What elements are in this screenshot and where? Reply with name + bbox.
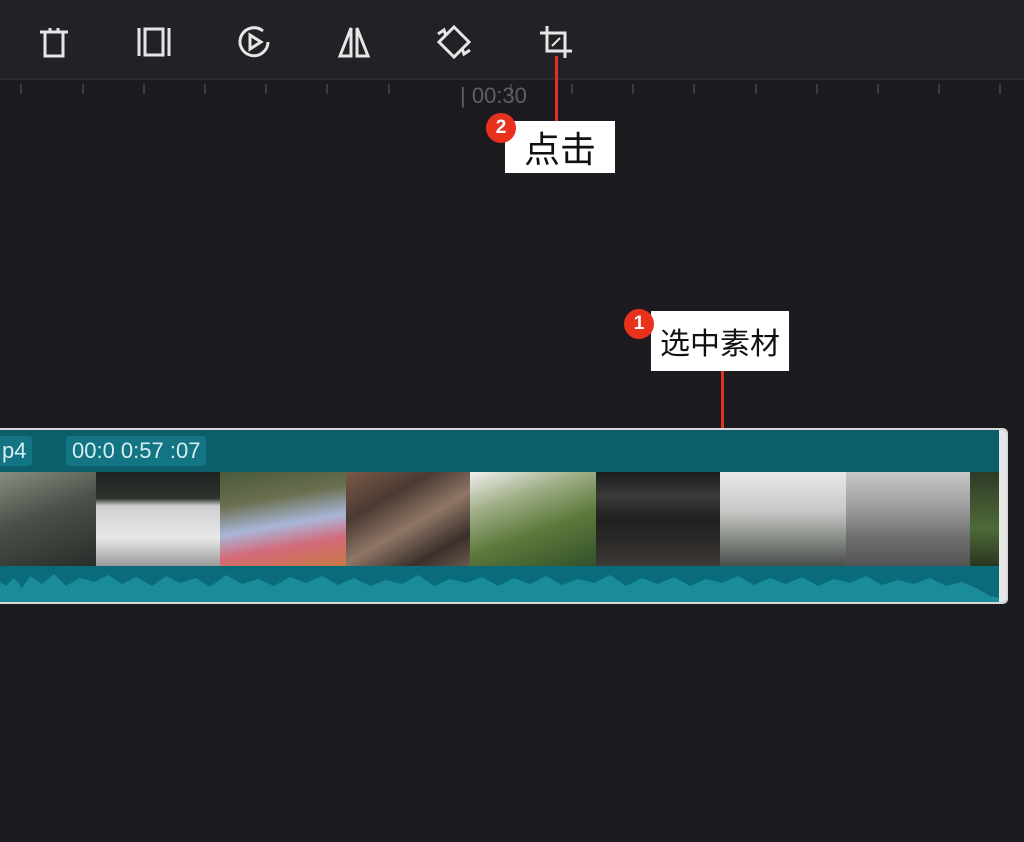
ruler-tick: [388, 84, 390, 94]
ruler-time-label: | 00:30: [460, 83, 527, 108]
ruler-tick: [326, 84, 328, 94]
delete-button[interactable]: [34, 22, 74, 62]
mirror-button[interactable]: [334, 22, 374, 62]
ruler-tick: [816, 84, 818, 94]
step-2-badge: 2: [486, 113, 516, 143]
speed-button[interactable]: [234, 22, 274, 62]
clip-trim-handle[interactable]: [999, 430, 1006, 602]
ruler-tick: [938, 84, 940, 94]
ruler-tick: [999, 84, 1001, 94]
clip-duration: 00:0 0:57 :07: [66, 436, 207, 466]
crop-icon: [540, 26, 572, 58]
step-1-badge: 1: [624, 309, 654, 339]
thumbnail: [720, 472, 846, 566]
thumbnail: [96, 472, 220, 566]
callout-select-clip-label: 选中素材: [651, 311, 789, 371]
ruler-tick: [82, 84, 84, 94]
thumbnail: [220, 472, 346, 566]
clip-thumbnails: [0, 472, 1006, 566]
ruler-tick: [265, 84, 267, 94]
callout-click-label: 点击: [505, 121, 615, 173]
callout-pointer-line: [555, 56, 558, 122]
ruler-tick: [204, 84, 206, 94]
ruler-tick: [877, 84, 879, 94]
ruler-tick: [20, 84, 22, 94]
thumbnail: [596, 472, 720, 566]
split-icon: [137, 27, 171, 57]
mirror-icon: [337, 27, 371, 58]
thumbnail: [346, 472, 470, 566]
split-button[interactable]: [134, 22, 174, 62]
play-circle-icon: [238, 26, 270, 58]
clip-header: p4 00:0 0:57 :07: [0, 430, 1006, 472]
rotate-button[interactable]: [434, 22, 474, 62]
thumbnail: [846, 472, 970, 566]
ruler-tick: [632, 84, 634, 94]
ruler-tick: [571, 84, 573, 94]
thumbnail: [470, 472, 596, 566]
ruler-tick: [693, 84, 695, 94]
rotate-icon: [436, 24, 472, 60]
thumbnail: [0, 472, 96, 566]
video-clip[interactable]: p4 00:0 0:57 :07: [0, 428, 1008, 604]
clip-filename: p4: [0, 436, 33, 466]
ruler-tick: [755, 84, 757, 94]
trash-icon: [40, 28, 68, 58]
ruler-tick: [143, 84, 145, 94]
audio-waveform: [0, 566, 1006, 602]
edit-toolbar: [0, 0, 1024, 80]
